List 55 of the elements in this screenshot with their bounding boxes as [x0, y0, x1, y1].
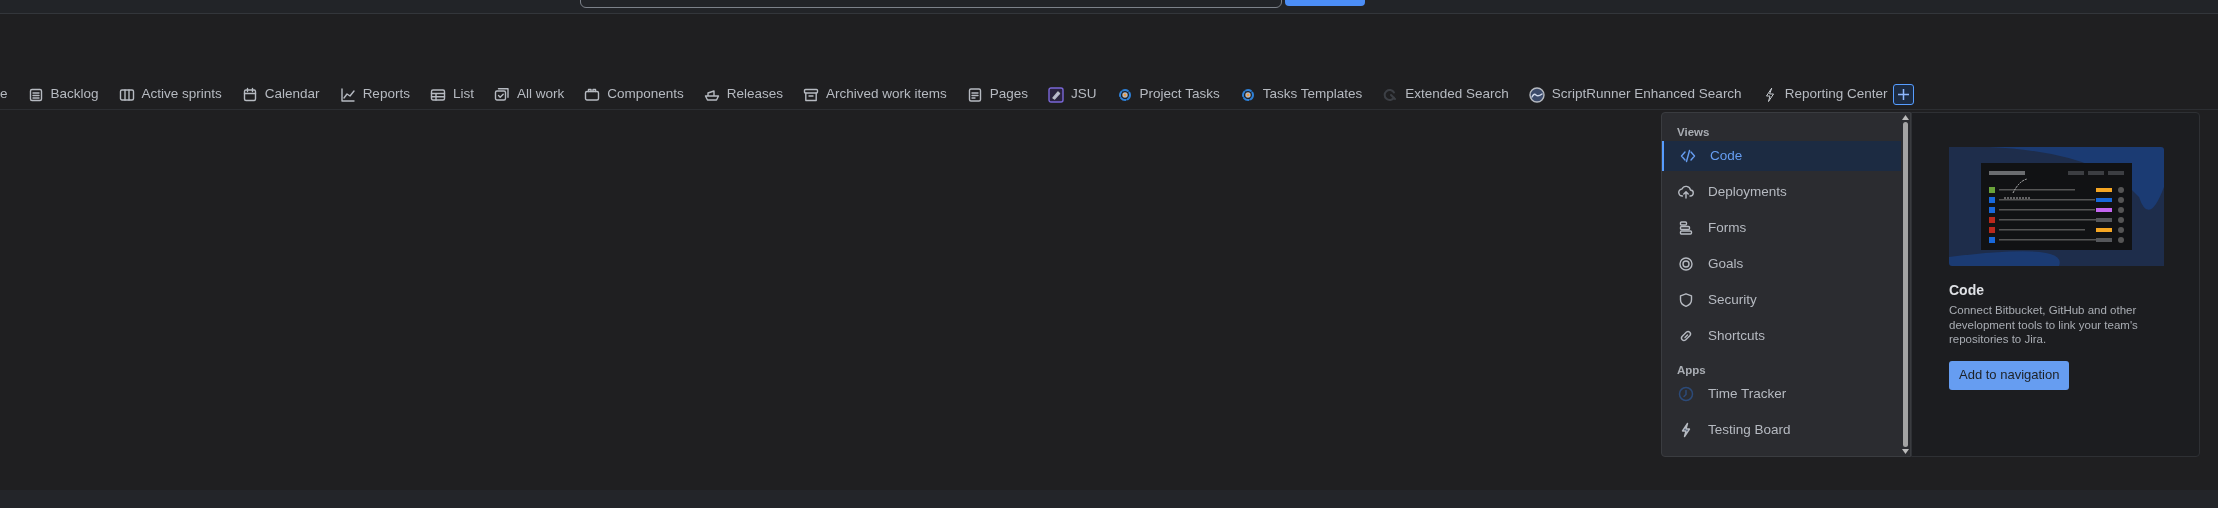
cog-app-icon	[1239, 86, 1256, 103]
checklist-icon	[493, 86, 510, 103]
section-heading: Apps	[1676, 363, 1707, 379]
nav-tab[interactable]: Releases	[726, 84, 783, 105]
calendar-icon	[241, 86, 258, 103]
nav-tab[interactable]: Reports	[362, 84, 410, 105]
component-icon	[584, 86, 601, 103]
nav-tab[interactable]: JSU	[1071, 84, 1097, 105]
menu-item[interactable]: Shortcuts	[1662, 321, 1901, 351]
nav-tab[interactable]: List	[452, 84, 474, 105]
nav-tab[interactable]: Project Tasks	[1139, 84, 1220, 105]
menu-item[interactable]: Code	[1662, 141, 1901, 171]
add-icon[interactable]	[1893, 84, 1915, 105]
wave-app-icon	[1528, 86, 1545, 103]
nav-tab[interactable]: Pages	[989, 84, 1029, 105]
nav-tab[interactable]: Backlog	[50, 84, 99, 105]
menu-item[interactable]: Deployments	[1662, 177, 1901, 207]
form-icon	[1678, 220, 1694, 236]
nav-tab[interactable]: All work	[516, 84, 565, 105]
preview-description: Connect Bitbucket, GitHub and other development tools to link your team's repositories to Jira.	[1949, 303, 2139, 347]
nav-tab[interactable]: e	[0, 84, 8, 105]
chart-icon	[339, 86, 356, 103]
shield-icon	[1678, 292, 1694, 308]
archive-icon	[803, 86, 819, 103]
cloud-upload-icon	[1678, 184, 1694, 200]
columns-icon	[118, 86, 135, 103]
nav-tab[interactable]: Archived work items	[826, 84, 947, 105]
section-heading: Views	[1676, 125, 1711, 141]
menu-item[interactable]: Forms	[1662, 213, 1901, 243]
scroll-down-icon[interactable]	[1902, 449, 1909, 454]
nav-tab[interactable]: Tasks Templates	[1262, 84, 1363, 105]
clock-icon	[1678, 386, 1694, 402]
add-to-navigation-button[interactable]: Add to navigation	[1949, 360, 2070, 390]
menu-item[interactable]: Goals	[1662, 249, 1901, 279]
nav-tab[interactable]: Calendar	[264, 84, 320, 105]
app-icon	[1048, 86, 1065, 103]
menu-item[interactable]: Testing Board	[1662, 415, 1901, 445]
nav-tab[interactable]: ScriptRunner Enhanced Search	[1551, 84, 1742, 105]
nav-tab[interactable]: Components	[607, 84, 684, 105]
cog-app-icon	[1116, 86, 1133, 103]
list-icon	[27, 86, 44, 103]
page-icon	[966, 86, 983, 103]
menu-item[interactable]: Security	[1662, 285, 1901, 315]
nav-tab[interactable]: Reporting Center	[1784, 84, 1888, 105]
menu-item[interactable]: Time Tracker	[1662, 379, 1901, 409]
nav-tab[interactable]: Extended Search	[1405, 84, 1509, 105]
preview-title: Code	[1949, 281, 1985, 300]
nav-tab[interactable]: Active sprints	[141, 84, 222, 105]
target-icon	[1678, 256, 1694, 272]
scroll-up-icon[interactable]	[1902, 115, 1909, 120]
code-icon	[1680, 148, 1696, 164]
link-icon	[1678, 328, 1694, 344]
scrollbar[interactable]	[1901, 113, 1910, 456]
search-app-icon	[1382, 86, 1399, 103]
table-icon	[429, 86, 446, 103]
